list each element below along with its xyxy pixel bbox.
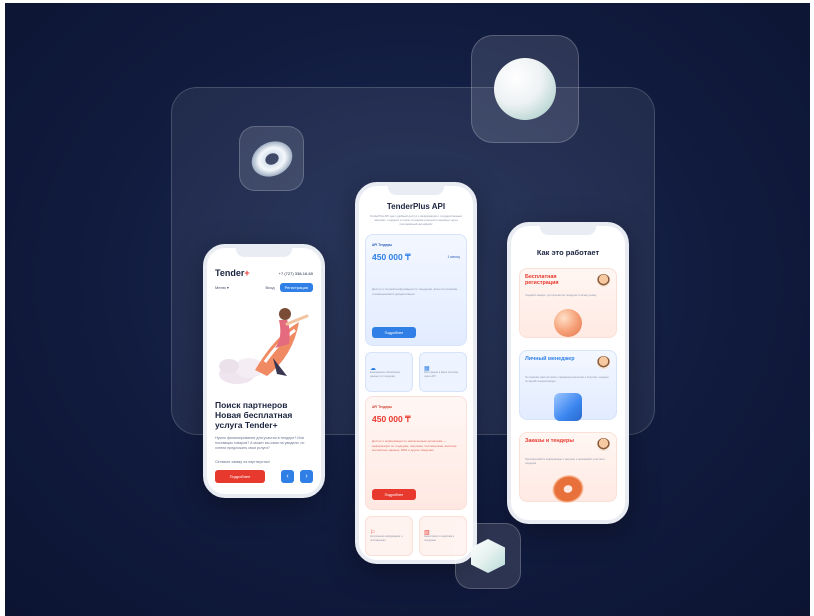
donut-icon <box>548 471 588 507</box>
prev-slide-button[interactable]: ‹ <box>281 470 294 483</box>
menu-button[interactable]: Меню ▾ <box>215 285 229 290</box>
torus-icon <box>245 134 298 183</box>
step-text: Просматривайте информацию о закупках и п… <box>525 458 605 465</box>
more-button[interactable]: Подробнее <box>215 470 265 483</box>
phone-mockup-api: TenderPlus API TenderPlus API дает удобн… <box>355 182 477 564</box>
step-title: Бесплатная регистрация <box>525 274 559 287</box>
api-tender-card: API Тендеры 1 месяц 450 000 ₸ Доступ к п… <box>365 234 467 346</box>
phone-notch <box>236 248 292 257</box>
nav-bar: Меню ▾ Вход Регистрация <box>215 283 313 292</box>
feature-card: ⚐ Актуальная информация о поставщиках <box>365 516 413 556</box>
logo-text: Tender <box>215 268 245 278</box>
step-card: Заказы и тендеры Просматривайте информац… <box>519 432 617 507</box>
avatar-icon <box>597 274 610 287</box>
login-link[interactable]: Вход <box>266 285 275 290</box>
card-description: Доступ к полной информации по тендерам, … <box>372 287 458 296</box>
feature-text: Ежедневное обновление данных по тендерам <box>370 371 401 378</box>
feature-row: ☁ Ежедневное обновление данных по тендер… <box>365 352 467 392</box>
background-canvas: Tender+ +7 (727) 338-16-69 Меню ▾ Вход Р… <box>5 3 810 616</box>
torus-tile <box>239 126 304 191</box>
avatar-icon <box>597 438 610 451</box>
cube-icon <box>471 539 505 573</box>
step-title: Личный менеджер <box>525 356 575 362</box>
register-button[interactable]: Регистрация <box>279 283 313 292</box>
sphere-icon <box>494 58 556 120</box>
phone-mockup-home: Tender+ +7 (727) 338-16-69 Меню ▾ Вход Р… <box>203 244 325 498</box>
orange-sphere-icon <box>554 309 582 337</box>
feature-text: Интеграция в ваши системы через API <box>424 371 459 378</box>
step-card: Личный менеджер Он поможет вам настроить… <box>519 350 617 421</box>
phone-number-link[interactable]: +7 (727) 338-16-69 <box>279 271 313 276</box>
rocket-hero-illustration <box>219 308 309 384</box>
page-title: Как это работает <box>536 248 600 257</box>
logo[interactable]: Tender+ <box>215 268 250 278</box>
card-period: 1 месяц <box>447 255 460 259</box>
phone-mockup-how-it-works: Как это работает Бесплатная регистрация … <box>507 222 629 524</box>
phone-notch <box>540 226 596 235</box>
card-more-button[interactable]: Подробнее <box>372 327 416 338</box>
card-price: 450 000 ₸ <box>372 252 411 262</box>
sphere-tile <box>471 35 579 143</box>
card-description: Доступ к информации по заключенным догов… <box>372 439 457 452</box>
hero-cta-text: Оставьте заявку на партнерство! <box>215 460 270 464</box>
page-title: TenderPlus API <box>386 202 446 211</box>
card-label: API Тендеры <box>372 243 393 247</box>
step-text: Создайте аккаунт для просмотра тендеров … <box>525 294 597 297</box>
logo-plus: + <box>244 268 250 278</box>
blue-cube-icon <box>554 393 582 421</box>
step-title: Заказы и тендеры <box>525 438 574 444</box>
phone-notch <box>388 186 444 195</box>
card-label: API Тендеры <box>372 405 393 409</box>
step-text: Он поможет вам настроить параметры рассы… <box>525 376 609 383</box>
avatar-icon <box>597 356 610 369</box>
next-slide-button[interactable]: › <box>300 470 313 483</box>
hero-actions: Подробнее ‹ › <box>215 470 313 483</box>
cube-tile <box>455 523 521 589</box>
step-card: Бесплатная регистрация Создайте аккаунт … <box>519 268 617 338</box>
hero-title: Поиск партнеров Новая бесплатная услуга … <box>215 400 293 431</box>
api-contracts-card: API Тендеры 450 000 ₸ Доступ к информаци… <box>365 396 467 510</box>
page-subtitle: TenderPlus API дает удобный доступ к инф… <box>369 214 463 226</box>
header: Tender+ +7 (727) 338-16-69 <box>215 268 313 278</box>
card-price: 450 000 ₸ <box>372 414 411 424</box>
feature-card: ▦ Интеграция в ваши системы через API <box>419 352 467 392</box>
feature-card: ☁ Ежедневное обновление данных по тендер… <box>365 352 413 392</box>
feature-row: ⚐ Актуальная информация о поставщиках ▥ … <box>365 516 467 556</box>
card-more-button[interactable]: Подробнее <box>372 489 416 500</box>
hero-description: Нужно финансирование для участия в тенде… <box>215 436 305 451</box>
feature-text: Актуальная информация о поставщиках <box>370 535 403 542</box>
